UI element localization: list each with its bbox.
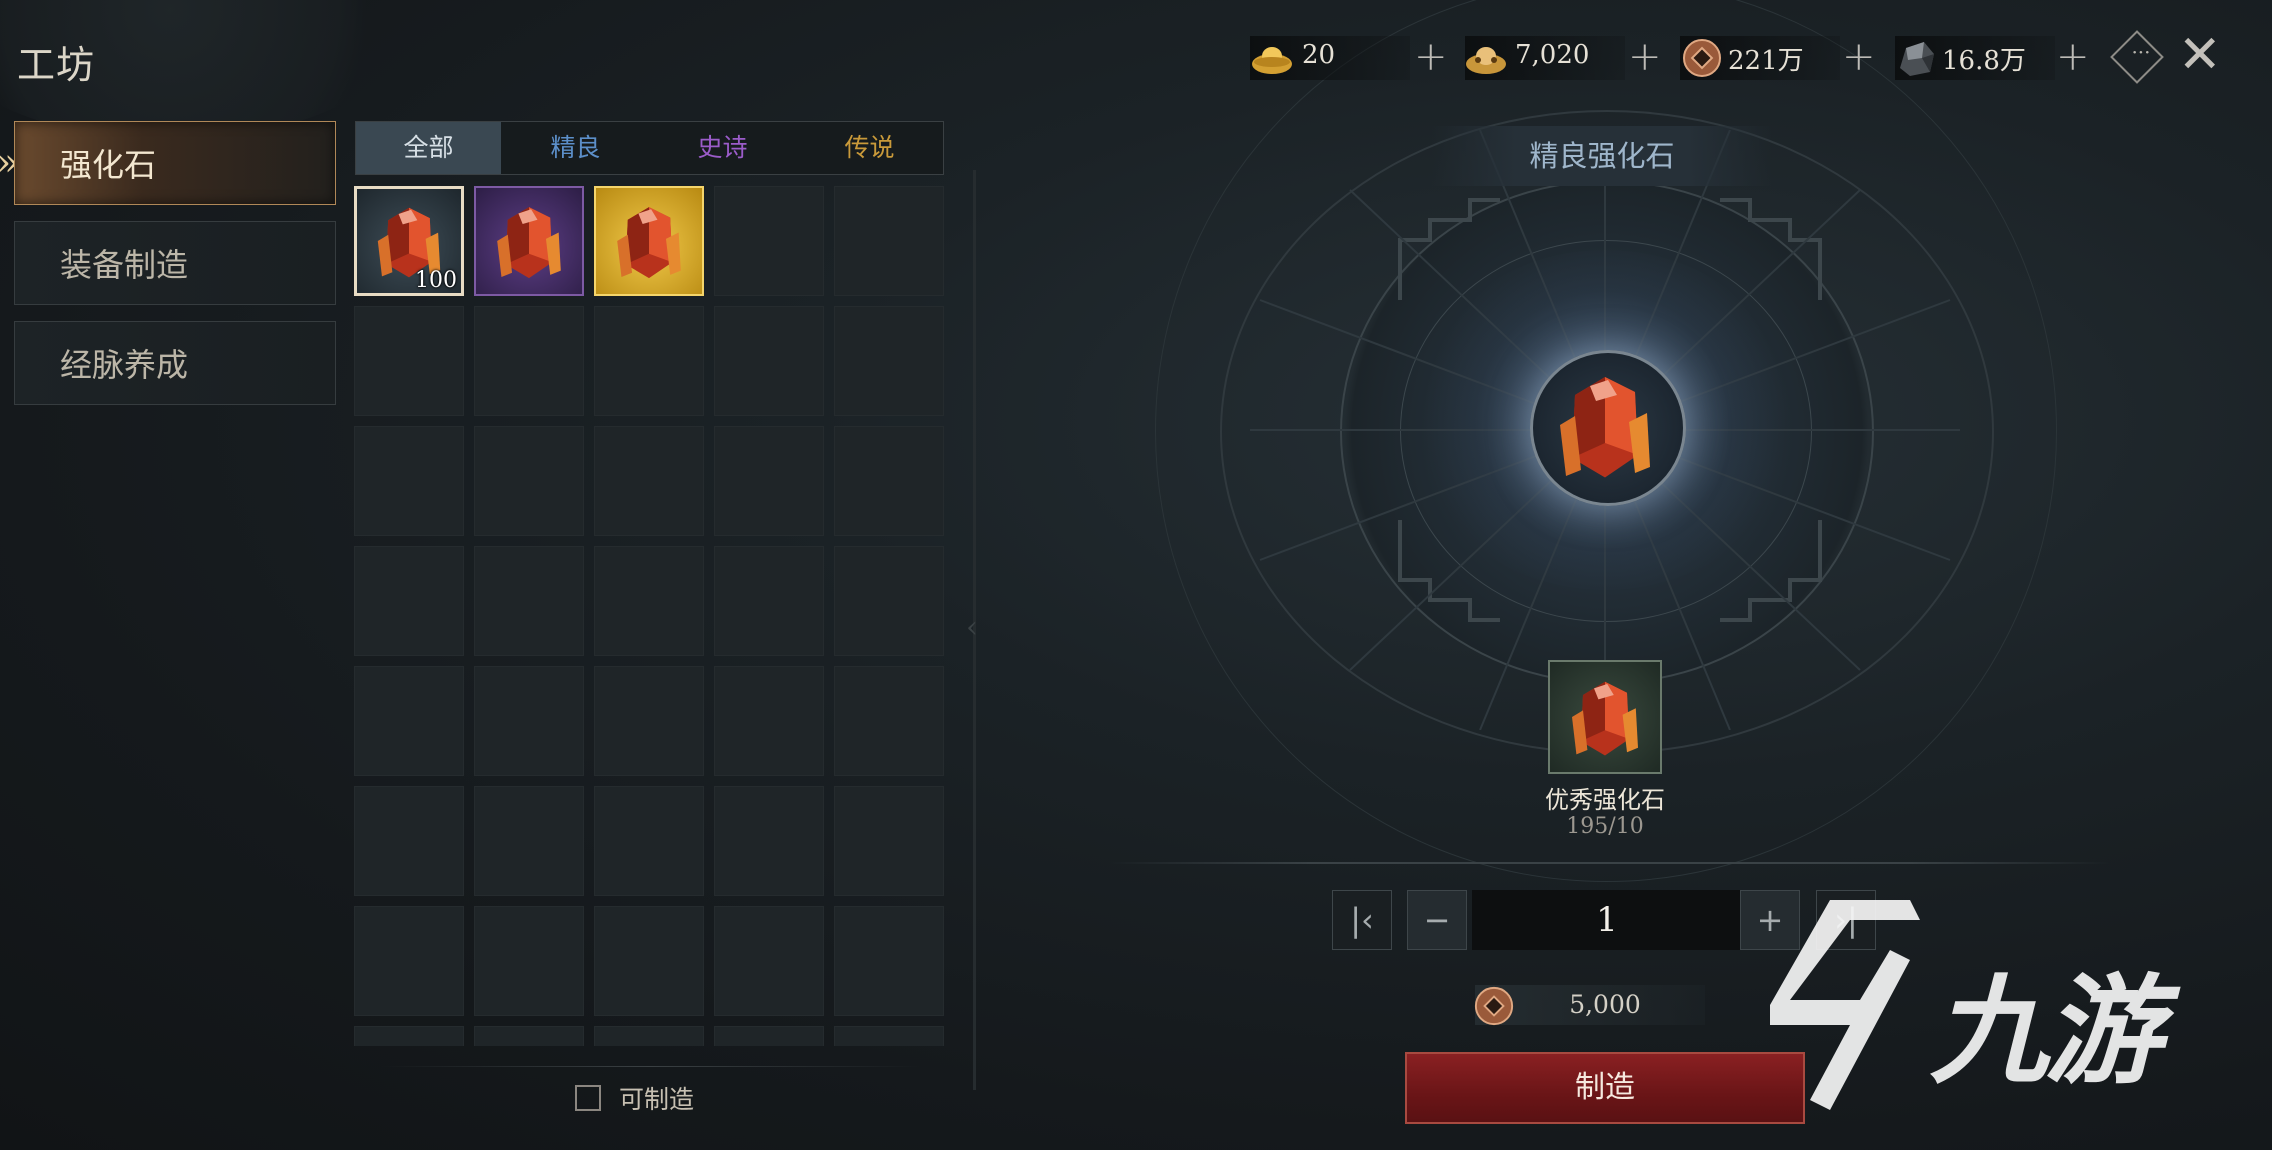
empty-item-slot <box>714 906 824 1016</box>
empty-item-slot <box>834 426 944 536</box>
empty-item-slot <box>714 306 824 416</box>
empty-item-slot <box>834 546 944 656</box>
result-item-slot[interactable] <box>1530 350 1686 506</box>
sidebar-item-meridian-training[interactable]: 经脉养成 <box>14 321 336 405</box>
item-count: 100 <box>415 268 457 293</box>
ore-value: 16.8万 <box>1942 46 2026 76</box>
active-arrow-icon: » <box>0 140 20 184</box>
add-ore-button[interactable]: + <box>2056 34 2090 80</box>
silver-ingot-value: 7,020 <box>1515 40 1590 70</box>
sidebar-item-enhance-stone[interactable]: 强化石 <box>14 121 336 205</box>
rarity-tab-bar: 全部 精良 史诗 传说 <box>355 121 944 175</box>
section-divider <box>1110 862 2110 864</box>
empty-item-slot <box>354 1026 464 1046</box>
craft-cost: 5,000 <box>1569 990 1641 1019</box>
sidebar-item-label: 装备制造 <box>60 246 189 284</box>
quantity-field[interactable]: 1 <box>1472 890 1742 950</box>
material-count: 195/10 <box>1566 814 1644 839</box>
tab-good[interactable]: 精良 <box>503 122 648 174</box>
material-name: 优秀强化石 <box>1545 786 1665 814</box>
empty-item-slot <box>834 186 944 296</box>
decrease-quantity-button[interactable]: − <box>1407 890 1467 950</box>
empty-item-slot <box>834 1026 944 1046</box>
empty-item-slot <box>714 666 824 776</box>
empty-item-slot <box>714 1026 824 1046</box>
enhance-stone-icon <box>1560 377 1650 478</box>
min-quantity-button[interactable]: |‹ <box>1332 890 1392 950</box>
empty-item-slot <box>714 546 824 656</box>
divider-chevron-icon: ‹ <box>966 610 978 645</box>
gold-ingot-value: 20 <box>1302 40 1336 70</box>
empty-item-slot <box>834 306 944 416</box>
empty-item-slot <box>474 906 584 1016</box>
tab-legendary[interactable]: 传说 <box>797 122 942 174</box>
item-slot-legendary-enhance-stone[interactable] <box>594 186 704 296</box>
empty-item-slot <box>354 906 464 1016</box>
craftable-label: 可制造 <box>619 1085 695 1114</box>
empty-item-slot <box>594 426 704 536</box>
copper-coin-value: 221万 <box>1728 46 1804 76</box>
empty-item-slot <box>594 666 704 776</box>
empty-item-slot <box>474 1026 584 1046</box>
empty-item-slot <box>834 666 944 776</box>
gold-ingot-icon <box>1252 47 1292 74</box>
empty-item-slot <box>354 306 464 416</box>
enhance-stone-icon <box>617 207 681 279</box>
enhance-stone-icon <box>497 207 561 279</box>
tab-epic[interactable]: 史诗 <box>650 122 795 174</box>
empty-item-slot <box>474 786 584 896</box>
empty-item-slot <box>714 426 824 536</box>
tab-all[interactable]: 全部 <box>356 122 501 174</box>
empty-item-slot <box>354 426 464 536</box>
close-icon[interactable]: ✕ <box>2178 29 2222 81</box>
material-slot[interactable] <box>1548 660 1662 774</box>
empty-item-slot <box>354 666 464 776</box>
watermark-text: 九游 <box>1930 962 2162 1100</box>
empty-item-slot <box>474 666 584 776</box>
sidebar-item-label: 经脉养成 <box>60 346 189 384</box>
empty-item-slot <box>354 786 464 896</box>
item-grid: 100 <box>354 186 946 1046</box>
page-title: 工坊 <box>17 43 96 87</box>
empty-item-slot <box>594 546 704 656</box>
empty-item-slot <box>474 546 584 656</box>
enhance-stone-icon <box>1572 681 1638 756</box>
silver-ingot-icon <box>1466 47 1506 74</box>
item-slot-epic-enhance-stone[interactable] <box>474 186 584 296</box>
item-slot-good-enhance-stone[interactable]: 100 <box>354 186 464 296</box>
ore-icon <box>1900 42 1934 76</box>
add-copper-coin-button[interactable]: + <box>1842 34 1876 80</box>
more-dots-icon: ··· <box>2131 40 2151 64</box>
add-silver-ingot-button[interactable]: + <box>1628 34 1662 80</box>
craft-button[interactable]: 制造 <box>1405 1052 1805 1124</box>
empty-item-slot <box>594 906 704 1016</box>
craftable-checkbox[interactable] <box>575 1085 601 1111</box>
add-gold-ingot-button[interactable]: + <box>1414 34 1448 80</box>
watermark-logo <box>1770 900 1920 1110</box>
footer-divider <box>380 1066 920 1067</box>
empty-item-slot <box>474 306 584 416</box>
empty-item-slot <box>834 906 944 1016</box>
recipe-title: 精良强化石 <box>1432 126 1772 186</box>
sidebar-item-label: 强化石 <box>60 146 157 184</box>
empty-item-slot <box>714 186 824 296</box>
sidebar-item-equipment-crafting[interactable]: 装备制造 <box>14 221 336 305</box>
empty-item-slot <box>354 546 464 656</box>
empty-item-slot <box>834 786 944 896</box>
copper-coin-icon <box>1474 986 1514 1026</box>
empty-item-slot <box>714 786 824 896</box>
copper-coin-icon <box>1683 39 1721 77</box>
empty-item-slot <box>594 1026 704 1046</box>
empty-item-slot <box>474 426 584 536</box>
empty-item-slot <box>594 306 704 416</box>
empty-item-slot <box>594 786 704 896</box>
